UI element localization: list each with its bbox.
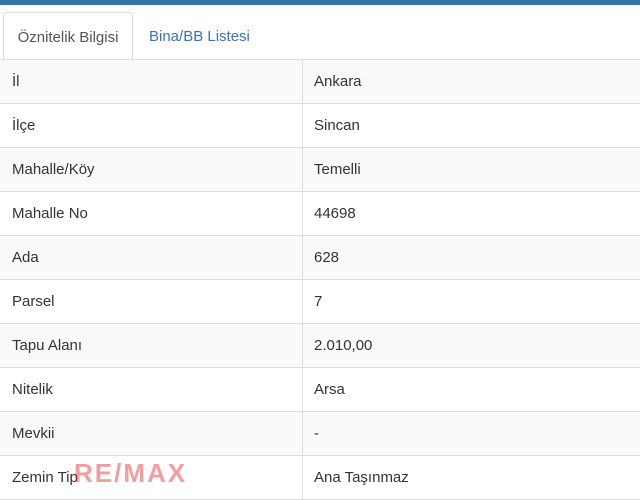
- remax-watermark: RE/MAX: [74, 458, 188, 488]
- row-label: İl: [12, 73, 20, 90]
- row-value: -: [314, 425, 319, 442]
- table-row: Nitelik Arsa: [0, 368, 640, 412]
- tab-oznitelik-bilgisi[interactable]: Öznitelik Bilgisi: [3, 12, 133, 61]
- table-row: Parsel 7: [0, 280, 640, 324]
- row-value: 7: [314, 293, 323, 310]
- row-value: 44698: [314, 205, 356, 222]
- row-label: Tapu Alanı: [12, 337, 83, 354]
- row-label: Parsel: [12, 293, 55, 310]
- column-divider: [302, 412, 303, 455]
- table-row: Ada 628: [0, 236, 640, 280]
- column-divider: [302, 148, 303, 191]
- table-row: Tapu Alanı 2.010,00: [0, 324, 640, 368]
- table-row: Mevkii -: [0, 412, 640, 456]
- table-row: İl Ankara: [0, 60, 640, 104]
- tab-bar: Öznitelik Bilgisi Bina/BB Listesi: [0, 5, 640, 61]
- row-label: İlçe: [12, 117, 36, 134]
- table-row: Mahalle No 44698: [0, 192, 640, 236]
- column-divider: [302, 236, 303, 279]
- row-label: Nitelik: [12, 381, 53, 398]
- column-divider: [302, 104, 303, 147]
- tab-bina-bb-listesi[interactable]: Bina/BB Listesi: [137, 12, 262, 61]
- column-divider: [302, 280, 303, 323]
- row-label: Mahalle No: [12, 205, 88, 222]
- row-value: 2.010,00: [314, 337, 373, 354]
- column-divider: [302, 192, 303, 235]
- table-row: İlçe Sincan: [0, 104, 640, 148]
- row-value: Sincan: [314, 117, 360, 134]
- row-value: Temelli: [314, 161, 361, 178]
- table-row: Mahalle/Köy Temelli: [0, 148, 640, 192]
- column-divider: [302, 324, 303, 367]
- column-divider: [302, 368, 303, 411]
- row-label: Mevkii: [12, 425, 55, 442]
- row-value: Arsa: [314, 381, 345, 398]
- row-value: Ana Taşınmaz: [314, 469, 409, 486]
- row-label: Mahalle/Köy: [12, 161, 95, 178]
- row-value: 628: [314, 249, 340, 266]
- column-divider: [302, 456, 303, 499]
- row-label: Ada: [12, 249, 39, 266]
- column-divider: [302, 60, 303, 103]
- row-value: Ankara: [314, 73, 362, 90]
- attribute-table: İl Ankara İlçe Sincan Mahalle/Köy Temell…: [0, 59, 640, 500]
